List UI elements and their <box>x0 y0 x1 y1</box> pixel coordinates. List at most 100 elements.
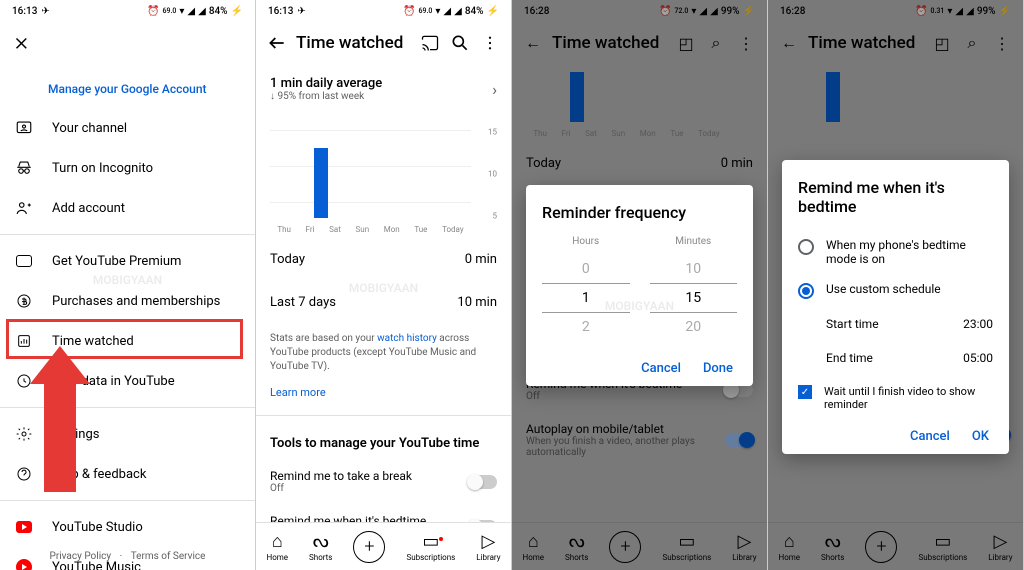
label: Get YouTube Premium <box>52 254 181 269</box>
label: Turn on Incognito <box>52 161 153 176</box>
label: Your channel <box>52 121 127 136</box>
grid-label: 5 <box>493 212 498 221</box>
plus-icon: + <box>353 531 385 563</box>
watermark: MOBIGYAAN <box>93 273 162 287</box>
learn-more-link[interactable]: Learn more <box>256 382 511 409</box>
option-bedtime-mode[interactable]: When my phone's bedtime mode is on <box>798 230 993 274</box>
signal-icon: ◢ <box>443 6 451 17</box>
stat-today: Today0 min <box>256 238 511 281</box>
done-button[interactable]: Done <box>703 361 733 376</box>
stats-description: Stats are based on your watch history ac… <box>256 324 511 382</box>
stats-header[interactable]: 1 min daily average ↓ 95% from last week… <box>256 64 511 114</box>
library-icon: ▷ <box>478 531 498 551</box>
nav-create[interactable]: + <box>353 531 385 563</box>
channel-icon <box>14 118 34 138</box>
radio-off[interactable] <box>798 239 814 255</box>
start-time-row[interactable]: Start time23:00 <box>798 307 993 341</box>
bedtime-dialog: Remind me when it's bedtime When my phon… <box>782 160 1009 454</box>
phone-bedtime-reminder: 16:28 ⏰0.31▾◢◢99%⚡ ← Time watched ◰ ⌕ ⋮ … <box>768 0 1024 570</box>
cancel-button[interactable]: Cancel <box>641 361 681 376</box>
menu-add-account[interactable]: Add account <box>0 188 255 228</box>
chart-bar-fri <box>314 148 328 218</box>
menu-studio[interactable]: YouTube Studio <box>0 507 255 547</box>
divider <box>0 234 255 235</box>
divider <box>0 500 255 501</box>
last7-value: 10 min <box>457 295 497 310</box>
grid-label: 10 <box>488 170 497 179</box>
nav-shorts[interactable]: ᔓShorts <box>309 531 332 562</box>
start-time-value: 23:00 <box>963 317 993 331</box>
end-time-row[interactable]: End time05:00 <box>798 341 993 375</box>
menu-incognito[interactable]: Turn on Incognito <box>0 148 255 188</box>
nav-home[interactable]: ⌂Home <box>267 531 289 562</box>
wait-finish-checkbox[interactable]: ✓Wait until I finish video to show remin… <box>798 375 993 421</box>
label: YouTube Studio <box>52 520 143 535</box>
alarm-icon: ⏰ <box>403 6 415 17</box>
tools-section-title: Tools to manage your YouTube time <box>256 422 511 459</box>
signal-icon: ◢ <box>454 6 462 17</box>
menu-purchases[interactable]: Purchases and memberships <box>0 281 255 321</box>
more-icon[interactable] <box>479 32 501 54</box>
watch-history-link[interactable]: watch history <box>377 333 437 344</box>
radio-on[interactable] <box>798 283 814 299</box>
badge-dot <box>439 537 443 541</box>
status-bar: 16:13✈ ⏰69.0▾◢◢84%⚡ <box>0 0 255 22</box>
status-time: 16:13 <box>268 6 293 17</box>
manage-account-link[interactable]: Manage your Google Account <box>0 74 255 108</box>
cast-icon[interactable] <box>419 32 441 54</box>
cancel-button[interactable]: Cancel <box>910 429 950 444</box>
temp-indicator: 69.0 <box>162 7 176 15</box>
checkbox-checked[interactable]: ✓ <box>798 385 812 399</box>
menu-your-channel[interactable]: Your channel <box>0 108 255 148</box>
search-icon[interactable] <box>449 32 471 54</box>
content: 16:13✈ ⏰69.0▾◢◢84%⚡ Time watched 1 min d… <box>256 0 511 570</box>
dialog-overlay[interactable]: Remind me when it's bedtime When my phon… <box>768 0 1023 570</box>
ok-button[interactable]: OK <box>972 429 989 444</box>
battery-text: 84% <box>209 6 228 17</box>
signal-icon: ◢ <box>198 6 206 17</box>
divider <box>256 415 511 416</box>
wifi-icon: ▾ <box>435 6 440 17</box>
reminder-frequency-dialog: Reminder frequency Hours 0 1 2 Minutes 1… <box>526 185 753 386</box>
dialog-overlay[interactable]: Reminder frequency Hours 0 1 2 Minutes 1… <box>512 0 767 570</box>
nav-library[interactable]: ▷Library <box>476 531 500 562</box>
terms-link[interactable]: Terms of Service <box>128 551 209 562</box>
footer-links: Privacy Policy · Terms of Service <box>0 551 255 562</box>
battery-text: 84% <box>465 6 484 17</box>
telegram-icon: ✈ <box>41 6 49 17</box>
minutes-picker[interactable]: Minutes 10 15 20 <box>650 236 738 341</box>
watch-time-chart: 15 10 5 ThuFriSatSunMonTueToday <box>270 114 497 234</box>
chart-x-axis: ThuFriSatSunMonTueToday <box>270 225 471 234</box>
grid-label: 15 <box>488 128 497 137</box>
option-custom-schedule[interactable]: Use custom schedule <box>798 274 993 307</box>
dialog-title: Reminder frequency <box>542 203 737 222</box>
hours-picker[interactable]: Hours 0 1 2 <box>542 236 630 341</box>
tutorial-arrow <box>30 346 90 496</box>
bottom-nav: ⌂Home ᔓShorts + ▭Subscriptions ▷Library <box>256 522 511 570</box>
avg-change: ↓ 95% from last week <box>270 91 492 102</box>
toggle-switch[interactable] <box>469 475 497 489</box>
nav-subs[interactable]: ▭Subscriptions <box>406 531 455 562</box>
app-bar: Time watched <box>256 22 511 64</box>
end-time-value: 05:00 <box>963 351 993 365</box>
studio-icon <box>14 517 34 537</box>
back-icon[interactable] <box>266 32 288 54</box>
charging-icon: ⚡ <box>231 6 243 17</box>
chevron-right-icon: › <box>492 80 497 99</box>
close-icon[interactable] <box>10 32 32 54</box>
daily-average: 1 min daily average <box>270 76 492 91</box>
content: 16:13✈ ⏰69.0▾◢◢84%⚡ Manage your Google A… <box>0 0 255 570</box>
status-bar: 16:13✈ ⏰69.0▾◢◢84%⚡ <box>256 0 511 22</box>
dialog-actions: Cancel OK <box>798 421 993 444</box>
page-title: Time watched <box>296 33 411 53</box>
dialog-title: Remind me when it's bedtime <box>798 178 993 216</box>
youtube-icon <box>14 251 34 271</box>
watermark: MOBIGYAAN <box>349 281 418 295</box>
label: Purchases and memberships <box>52 294 220 309</box>
home-icon: ⌂ <box>267 531 287 551</box>
alarm-icon: ⏰ <box>147 6 159 17</box>
privacy-link[interactable]: Privacy Policy <box>47 551 115 562</box>
toggle-take-break[interactable]: Remind me to take a breakOff <box>256 459 511 504</box>
add-account-icon <box>14 198 34 218</box>
incognito-icon <box>14 158 34 178</box>
